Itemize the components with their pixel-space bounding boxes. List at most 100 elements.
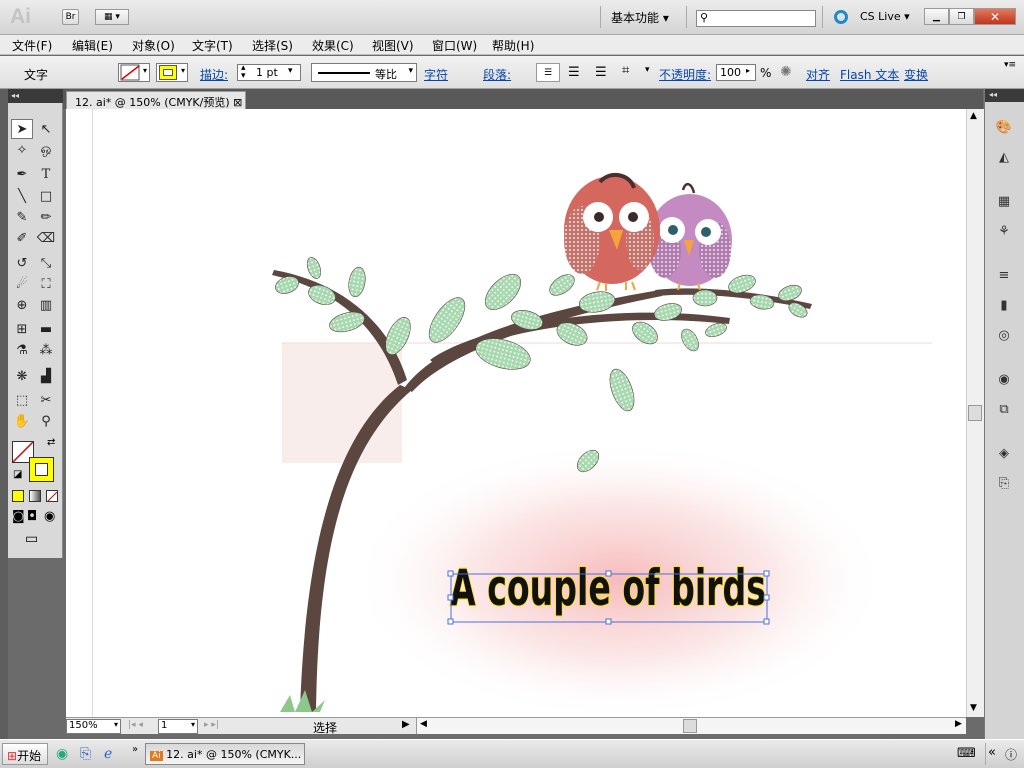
blend-tool-icon[interactable]: ⁂ xyxy=(35,340,57,360)
tray-expand-icon[interactable]: « xyxy=(988,745,996,760)
zoom-select[interactable]: 150% ▾ xyxy=(66,719,121,734)
paragraph-link[interactable]: 段落: xyxy=(483,66,511,83)
menu-file[interactable]: 文件(F) xyxy=(12,37,52,54)
tools-panel-header[interactable]: ◂◂ xyxy=(8,89,63,103)
vertical-scroll-thumb[interactable] xyxy=(968,405,982,421)
eraser-tool-icon[interactable]: ⌫ xyxy=(35,228,57,248)
shape-builder-tool-icon[interactable]: ⊕ xyxy=(11,295,33,315)
first-artboard-icon[interactable]: |◂ ◂ xyxy=(128,720,143,730)
lasso-tool-icon[interactable]: ஒ xyxy=(35,140,57,160)
gradient-mode-icon[interactable] xyxy=(29,490,41,502)
slice-tool-icon[interactable]: ✂ xyxy=(35,390,57,410)
layers-icon[interactable]: ◈ xyxy=(993,443,1015,463)
opacity-link[interactable]: 不透明度: xyxy=(659,66,711,83)
scroll-left-icon[interactable]: ◀ xyxy=(420,719,427,729)
pen-tool-icon[interactable]: ✒ xyxy=(11,164,33,184)
paintbrush-tool-icon[interactable]: ✎ xyxy=(11,207,33,227)
quicklaunch-ie-icon[interactable]: ℯ xyxy=(104,746,112,762)
screen-mode-icon[interactable]: ▭ xyxy=(25,531,38,547)
stroke-panel-icon[interactable]: ≡ xyxy=(993,265,1015,285)
appearance-icon[interactable]: ◉ xyxy=(993,369,1015,389)
line-tool-icon[interactable]: ╲ xyxy=(11,186,33,206)
menu-select[interactable]: 选择(S) xyxy=(252,37,293,54)
hand-tool-icon[interactable]: ✋ xyxy=(11,411,33,431)
help-search-input[interactable] xyxy=(696,10,816,27)
document-tab[interactable]: 12. ai* @ 150% (CMYK/预览) ⊠ xyxy=(66,91,246,109)
draw-normal-icon[interactable]: ◙ xyxy=(12,509,25,524)
gradient-panel-icon[interactable]: ▮ xyxy=(993,295,1015,315)
warp-tool-icon[interactable]: ☄ xyxy=(11,274,33,294)
scroll-up-icon[interactable]: ▲ xyxy=(970,111,977,121)
scale-tool-icon[interactable]: ⤡ xyxy=(35,253,57,273)
free-transform-tool-icon[interactable]: ⛶ xyxy=(35,274,57,294)
horizontal-scrollbar[interactable]: ◀ ▶ xyxy=(416,718,966,734)
menu-help[interactable]: 帮助(H) xyxy=(492,37,534,54)
quicklaunch-browser-icon[interactable]: ◉ xyxy=(56,746,68,762)
stroke-color-icon[interactable] xyxy=(29,457,54,482)
stroke-link[interactable]: 描边: xyxy=(200,66,228,83)
help-icon[interactable]: ⓘ xyxy=(1005,746,1017,763)
artboard-tool-icon[interactable]: ⬚ xyxy=(11,390,33,410)
eyedropper-tool-icon[interactable]: ⚗ xyxy=(11,340,33,360)
artboard-number-select[interactable]: 1 ▾ xyxy=(158,719,198,734)
status-menu-icon[interactable]: ▶ xyxy=(402,719,410,730)
color-mode-icon[interactable] xyxy=(12,490,24,502)
default-colors-icon[interactable]: ◪ xyxy=(13,469,22,480)
zoom-tool-icon[interactable]: ⚲ xyxy=(35,411,57,431)
fill-swatch[interactable]: ▾ xyxy=(118,63,150,82)
mesh-tool-icon[interactable]: ⊞ xyxy=(11,319,33,339)
character-link[interactable]: 字符 xyxy=(424,66,448,83)
envelope-icon[interactable]: ⌗ xyxy=(622,63,629,78)
menu-object[interactable]: 对象(O) xyxy=(132,37,175,54)
scroll-right-icon[interactable]: ▶ xyxy=(955,719,962,729)
direct-selection-tool-icon[interactable]: ↖ xyxy=(35,119,57,139)
last-artboard-icon[interactable]: ▸ ▸| xyxy=(204,720,219,730)
draw-inside-icon[interactable]: ◉ xyxy=(44,509,55,524)
scroll-down-icon[interactable]: ▼ xyxy=(970,703,977,713)
workspace-switcher[interactable]: 基本功能 ▾ xyxy=(611,9,669,26)
perspective-grid-tool-icon[interactable]: ▥ xyxy=(35,295,57,315)
menu-effect[interactable]: 效果(C) xyxy=(312,37,354,54)
gradient-tool-icon[interactable]: ▬ xyxy=(35,319,57,339)
cs-live-menu[interactable]: CS Live ▾ xyxy=(860,10,910,23)
start-button[interactable]: ⊞开始 xyxy=(2,743,48,765)
type-tool-icon[interactable]: T xyxy=(35,164,57,184)
symbol-sprayer-tool-icon[interactable]: ❋ xyxy=(11,366,33,386)
transform-link[interactable]: 变换 xyxy=(904,66,928,83)
stroke-profile-select[interactable]: 等比 ▾ xyxy=(311,63,417,82)
panel-menu-icon[interactable]: ▾≡ xyxy=(1004,60,1016,70)
curved-title-text[interactable]: A couple of birds xyxy=(449,558,767,618)
stroke-stepper-icon[interactable]: ▴ ▾ xyxy=(241,64,246,81)
chevron-down-icon[interactable]: ▾ xyxy=(288,66,293,76)
magic-wand-tool-icon[interactable]: ✧ xyxy=(11,140,33,160)
color-panel-icon[interactable]: 🎨 xyxy=(993,117,1015,137)
arrange-documents-button[interactable]: ▦ ▾ xyxy=(95,9,129,25)
chevron-down-icon[interactable]: ▾ xyxy=(645,65,650,75)
chevron-right-icon[interactable]: ▸ xyxy=(746,66,750,75)
align-link[interactable]: 对齐 xyxy=(806,66,830,83)
graphic-styles-icon[interactable]: ⧉ xyxy=(993,399,1015,419)
artboards-icon[interactable]: ⎘ xyxy=(993,473,1015,493)
menu-edit[interactable]: 编辑(E) xyxy=(72,37,113,54)
artboard-canvas[interactable]: A couple of birds xyxy=(93,109,966,717)
minimize-button[interactable]: ▁ xyxy=(924,8,949,25)
stroke-swatch[interactable]: ▾ xyxy=(156,63,188,82)
text-object[interactable]: A couple of birds xyxy=(447,558,770,625)
close-button[interactable]: ✕ xyxy=(974,8,1016,25)
selection-tool-icon[interactable]: ➤ xyxy=(11,119,33,139)
dock-header[interactable]: ◂◂ xyxy=(985,89,1024,102)
swap-colors-icon[interactable]: ⇄ xyxy=(47,437,55,448)
transparency-icon[interactable]: ◎ xyxy=(993,325,1015,345)
align-center-button[interactable]: ☰ xyxy=(568,65,580,80)
close-tab-icon[interactable]: ⊠ xyxy=(233,96,242,109)
restore-button[interactable]: ❐ xyxy=(949,8,974,25)
taskbar-illustrator-task[interactable]: Ai 12. ai* @ 150% (CMYK... xyxy=(145,743,305,765)
quicklaunch-explorer-icon[interactable]: ⎘ xyxy=(80,746,91,762)
blob-brush-tool-icon[interactable]: ✐ xyxy=(11,228,33,248)
bridge-button[interactable]: Br xyxy=(62,9,79,25)
recolor-icon[interactable]: ✺ xyxy=(780,64,792,80)
column-graph-tool-icon[interactable]: ▟ xyxy=(35,366,57,386)
flash-text-link[interactable]: Flash 文本 xyxy=(840,66,899,83)
align-right-button[interactable]: ☰ xyxy=(595,65,607,80)
quicklaunch-more-icon[interactable]: » xyxy=(132,744,138,755)
